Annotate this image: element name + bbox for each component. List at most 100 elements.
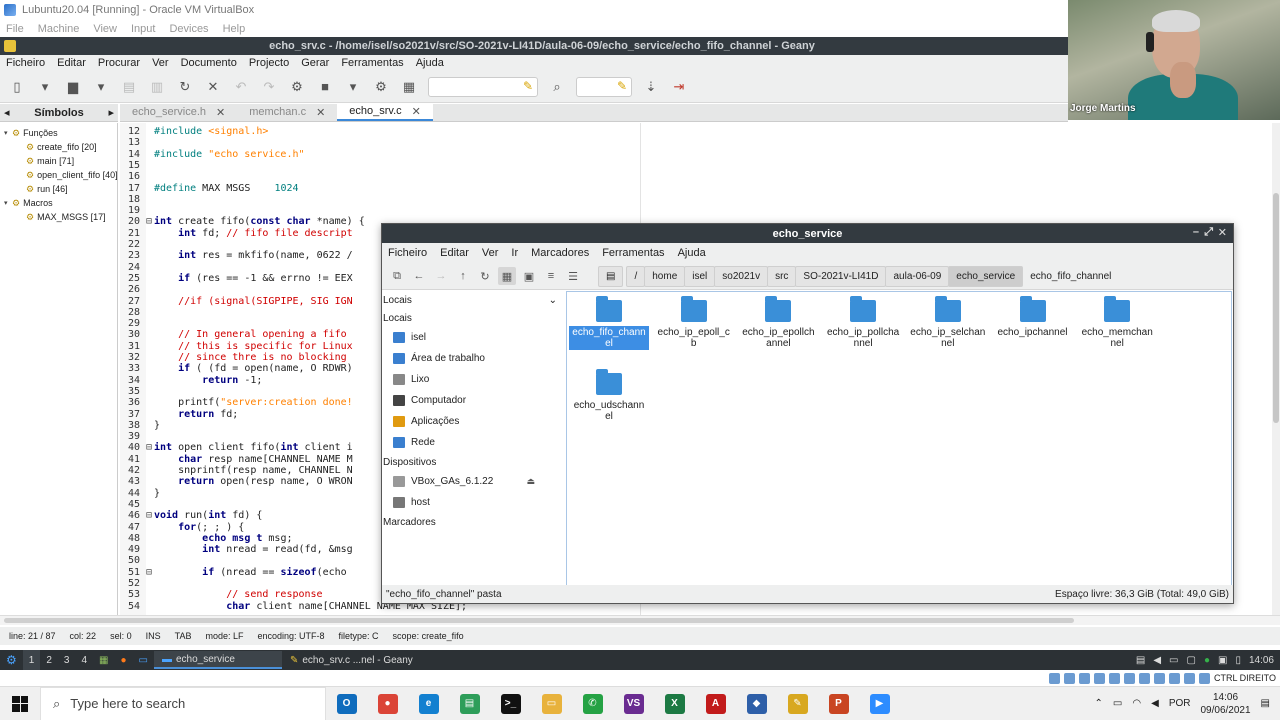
places-item[interactable]: Computador [382,390,565,411]
save-all-icon[interactable]: ▥ [148,78,166,96]
language-indicator[interactable]: POR [1169,698,1191,709]
breadcrumb-item[interactable]: echo_service [948,265,1024,287]
folder-item[interactable]: echo_ipchannel [993,296,1073,339]
scrollbar-thumb[interactable] [1273,193,1279,423]
desktop-1[interactable]: 1 [22,650,41,670]
goto-line-icon[interactable]: ⇣ [642,78,660,96]
desktop-4[interactable]: 4 [75,650,93,670]
desktop-2[interactable]: 2 [40,650,58,670]
virtualbox-taskbar-button[interactable]: ◆ [736,687,777,720]
battery-icon[interactable]: ▯ [1235,655,1241,666]
folder-item[interactable]: echo_udschannel [569,369,649,423]
fold-marker-icon[interactable]: ⊟ [146,567,154,578]
close-file-icon[interactable]: ✕ [204,78,222,96]
vbox-menu-view[interactable]: View [93,23,117,35]
goto-line-input[interactable] [576,76,632,97]
places-item[interactable]: Lixo [382,369,565,390]
code-line[interactable]: 43 return open(resp name, O WRON [120,476,353,487]
folder-item[interactable]: echo_memchannel [1077,296,1157,350]
folder-item[interactable]: echo_ip_epollchannel [738,296,818,350]
dropdown-arrow-icon[interactable]: ▾ [92,78,110,96]
scrollbar-thumb[interactable] [4,618,1074,623]
vbox-menu-input[interactable]: Input [131,23,155,35]
places-item[interactable]: Rede [382,432,565,453]
menu-editar[interactable]: Editar [57,57,86,69]
breadcrumb-item[interactable]: isel [684,265,716,287]
compile-icon[interactable]: ⚙ [288,78,306,96]
audio-icon[interactable] [1078,672,1090,684]
task-echo-service[interactable]: ▬ echo_service [153,651,282,669]
code-line[interactable]: 25 if (res == -1 && errno != EEX [120,273,353,284]
code-line[interactable]: 17 #define MAX MSGS 1024 [120,183,299,194]
code-line[interactable]: 53 // send response [120,589,323,600]
show-desktop-icon[interactable]: ▭ [133,650,154,670]
fm-menu-item[interactable]: Ficheiro [388,247,427,259]
fm-menu-item[interactable]: Ferramentas [602,247,664,259]
code-line[interactable]: 52 [120,578,154,589]
menu-ferramentas[interactable]: Ferramentas [341,57,403,69]
symbol-item[interactable]: ⚙ MAX_MSGS [17] [0,210,117,224]
thumbnail-view-icon[interactable]: ▣ [520,267,538,285]
fold-marker-icon[interactable]: ⊟ [146,216,154,227]
symbol-item[interactable]: ▾ ⚙ Macros [0,196,117,210]
expander-icon[interactable]: ▾ [4,129,12,137]
code-line[interactable]: 28 [120,307,154,318]
code-line[interactable]: 23 int res = mkfifo(name, 0622 / [120,250,353,261]
maximize-icon[interactable]: ⤢ [1204,226,1213,239]
file-manager-launcher-icon[interactable]: ▦ [93,650,114,670]
desktop-3[interactable]: 3 [58,650,76,670]
dropdown-arrow-icon[interactable]: ▾ [344,78,362,96]
chrome-taskbar-button[interactable]: ● [367,687,408,720]
symbol-item[interactable]: ⚙ main [71] [0,154,117,168]
breadcrumb-item[interactable]: home [644,265,686,287]
code-line[interactable]: 22 [120,239,154,250]
code-line[interactable]: 33 if ( (fd = open(name, O RDWR) [120,363,353,374]
excel-taskbar-button[interactable]: X [654,687,695,720]
sidebar-tab-symbols[interactable]: Símbolos [34,107,84,119]
code-line[interactable]: 39 [120,431,154,442]
usb-icon[interactable] [1108,672,1120,684]
open-file-icon[interactable]: ▆ [64,78,82,96]
icon-view-icon[interactable]: ▦ [498,267,516,285]
new-tab-icon[interactable]: ⧉ [388,267,406,285]
chevron-up-icon[interactable]: ⌃ [1095,698,1103,709]
execute-icon[interactable]: ⚙ [372,78,390,96]
places-item[interactable]: host [382,492,565,513]
mouse-integration-icon[interactable] [1183,672,1195,684]
code-line[interactable]: 36 printf("server:creation done! [120,397,353,408]
symbol-item[interactable]: ▾ ⚙ Funções [0,126,117,140]
menu-procurar[interactable]: Procurar [98,57,140,69]
code-line[interactable]: 30 // In general opening a fifo [120,329,347,340]
close-icon[interactable]: ✕ [1218,226,1227,239]
undo-icon[interactable]: ↶ [232,78,250,96]
fm-menu-item[interactable]: Marcadores [531,247,589,259]
breadcrumb-item[interactable]: echo_fifo_channel [1022,266,1119,287]
code-line[interactable]: 40 ⊟ int open client fifo(int client i [120,442,353,453]
code-line[interactable]: 46 ⊟ void run(int fd) { [120,510,262,521]
code-line[interactable]: 45 [120,499,154,510]
up-icon[interactable]: ↑ [454,267,472,285]
code-line[interactable]: 47 for(; ; ) { [120,522,244,533]
breadcrumb-item[interactable]: / [626,265,646,287]
code-line[interactable]: 48 echo msg t msg; [120,533,293,544]
code-line[interactable]: 31 // this is specific for Linux [120,341,353,352]
fm-menu-item[interactable]: Editar [440,247,469,259]
search-icon[interactable]: ⌕ [548,78,566,96]
folder-item[interactable]: echo_ip_pollchannel [823,296,903,350]
code-line[interactable]: 14 #include "echo service.h" [120,149,305,160]
outlook-taskbar-button[interactable]: O [326,687,367,720]
explorer-taskbar-button[interactable]: ▭ [531,687,572,720]
close-icon[interactable]: ✕ [412,105,421,118]
dropdown-arrow-icon[interactable]: ▾ [36,78,54,96]
symbol-item[interactable]: ⚙ run [46] [0,182,117,196]
breadcrumb-item[interactable]: SO-2021v-LI41D [795,265,887,287]
clock[interactable]: 14:06 09/06/2021 [1200,691,1250,717]
back-icon[interactable]: ← [410,267,428,285]
panel-clock[interactable]: 14:06 [1249,655,1274,666]
code-line[interactable]: 49 int nread = read(fd, &msg [120,544,353,555]
revert-icon[interactable]: ↻ [176,78,194,96]
vbox-menu-file[interactable]: File [6,23,24,35]
fold-marker-icon[interactable]: ⊟ [146,442,154,453]
code-line[interactable]: 32 // since thre is no blocking [120,352,347,363]
code-line[interactable]: 12 #include <signal.h> [120,126,268,137]
